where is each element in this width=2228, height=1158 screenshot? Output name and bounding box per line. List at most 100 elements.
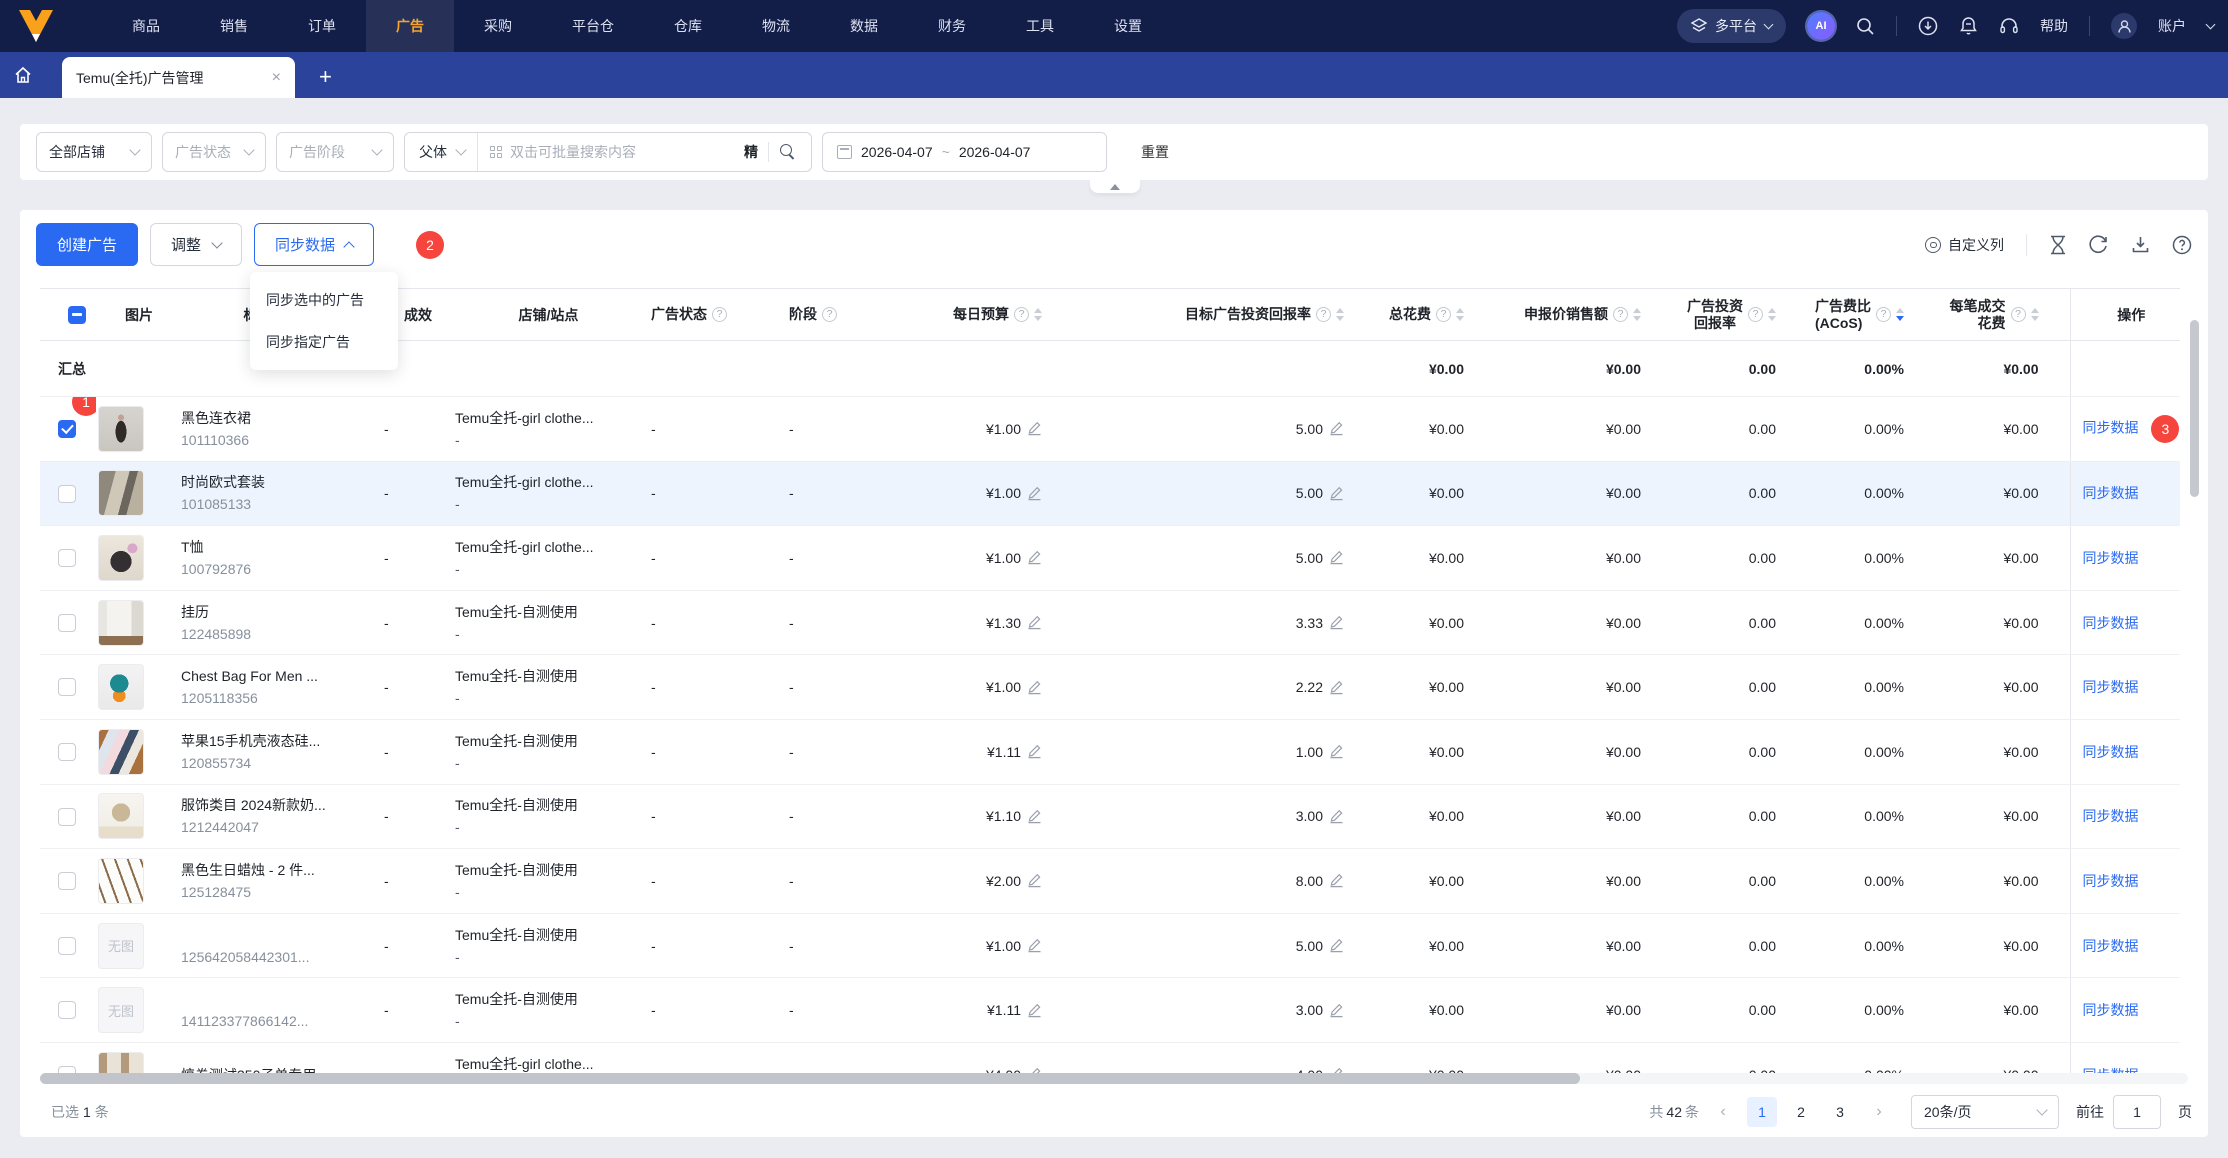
reset-filters-button[interactable]: 重置: [1141, 142, 1169, 162]
nav-item-products[interactable]: 商品: [102, 0, 190, 52]
edit-target-roas-icon[interactable]: [1329, 1003, 1344, 1018]
date-from[interactable]: 2026-04-07: [861, 144, 933, 160]
ad-status-select[interactable]: 广告状态: [162, 132, 266, 172]
product-image[interactable]: 无图: [98, 922, 144, 969]
refresh-icon[interactable]: [2089, 234, 2109, 255]
page-size-select[interactable]: 20条/页: [1911, 1095, 2059, 1129]
edit-budget-icon[interactable]: [1027, 873, 1042, 888]
search-submit-icon[interactable]: [779, 143, 797, 161]
prev-page-button[interactable]: ‹: [1708, 1097, 1738, 1127]
sort-icon-descending[interactable]: [1896, 308, 1904, 321]
tab-temu-ads-management[interactable]: Temu(全托)广告管理 ×: [62, 57, 295, 98]
edit-target-roas-icon[interactable]: [1329, 873, 1344, 888]
notifications-bell-icon[interactable]: [1959, 16, 1978, 36]
sync-data-link[interactable]: 同步数据: [2083, 873, 2139, 889]
export-download-icon[interactable]: [2131, 235, 2150, 254]
table-row[interactable]: 无图 141123377866142... - Temu全托-自测使用 - - …: [40, 977, 2180, 1043]
sort-icon[interactable]: [2030, 308, 2039, 321]
help-icon[interactable]: ?: [1436, 307, 1451, 322]
multi-platform-selector[interactable]: 多平台: [1677, 9, 1786, 43]
page-button-2[interactable]: 2: [1786, 1097, 1816, 1127]
row-checkbox[interactable]: [58, 678, 76, 697]
edit-target-roas-icon[interactable]: [1329, 550, 1344, 565]
task-history-icon[interactable]: [2049, 235, 2067, 255]
product-title[interactable]: 黑色连衣裙: [181, 407, 380, 429]
help-circle-icon[interactable]: [2172, 235, 2192, 255]
edit-budget-icon[interactable]: [1027, 938, 1042, 953]
nav-item-purchase[interactable]: 采购: [454, 0, 542, 52]
product-title[interactable]: [181, 924, 380, 946]
edit-target-roas-icon[interactable]: [1329, 680, 1344, 695]
row-checkbox[interactable]: [58, 742, 76, 761]
batch-search-icon[interactable]: [490, 146, 502, 158]
nav-item-data[interactable]: 数据: [820, 0, 908, 52]
nav-item-ads[interactable]: 广告: [366, 0, 454, 52]
nav-item-platform-warehouse[interactable]: 平台仓: [542, 0, 644, 52]
help-icon[interactable]: ?: [1613, 307, 1628, 322]
product-image[interactable]: [98, 857, 144, 904]
row-checkbox[interactable]: [58, 613, 76, 632]
edit-target-roas-icon[interactable]: [1329, 615, 1344, 630]
date-range-picker[interactable]: 2026-04-07 ~ 2026-04-07: [822, 132, 1107, 172]
sort-icon[interactable]: [1633, 308, 1641, 321]
avatar[interactable]: [2111, 13, 2137, 39]
product-title[interactable]: 苹果15手机壳液态硅...: [181, 730, 380, 752]
select-all-checkbox[interactable]: [68, 305, 86, 324]
horizontal-scrollbar-track[interactable]: [40, 1073, 2188, 1084]
search-icon[interactable]: [1856, 17, 1875, 36]
edit-budget-icon[interactable]: [1027, 744, 1042, 759]
search-type-select[interactable]: 父体: [405, 133, 478, 171]
edit-budget-icon[interactable]: [1027, 615, 1042, 630]
help-icon[interactable]: ?: [1316, 307, 1331, 322]
sync-data-link[interactable]: 同步数据: [2083, 1002, 2139, 1018]
table-row[interactable]: Chest Bag For Men ... 1205118356 - Temu全…: [40, 654, 2180, 720]
row-checkbox[interactable]: [58, 549, 76, 568]
home-button[interactable]: [0, 52, 46, 98]
help-icon[interactable]: ?: [822, 307, 837, 322]
adjust-button[interactable]: 调整: [150, 223, 243, 266]
table-row[interactable]: 挂历 122485898 - Temu全托-自测使用 - - - ¥1.30 3…: [40, 590, 2180, 656]
menu-item-sync-selected[interactable]: 同步选中的广告: [250, 279, 398, 321]
create-ad-button[interactable]: 创建广告: [36, 223, 139, 266]
goto-page-input[interactable]: 1: [2113, 1095, 2161, 1129]
product-image[interactable]: [98, 405, 144, 452]
horizontal-scrollbar-thumb[interactable]: [40, 1073, 1580, 1084]
product-title[interactable]: 挂历: [181, 601, 380, 623]
sync-data-link[interactable]: 同步数据: [2083, 808, 2139, 824]
row-checkbox[interactable]: [58, 1001, 76, 1020]
table-row[interactable]: 黑色生日蜡烛 - 2 件... 125128475 - Temu全托-自测使用 …: [40, 848, 2180, 914]
edit-target-roas-icon[interactable]: [1329, 421, 1344, 436]
help-icon[interactable]: ?: [712, 307, 727, 322]
nav-item-finance[interactable]: 财务: [908, 0, 996, 52]
edit-budget-icon[interactable]: [1027, 550, 1042, 565]
nav-item-settings[interactable]: 设置: [1084, 0, 1172, 52]
ad-stage-select[interactable]: 广告阶段: [276, 132, 394, 172]
sync-data-link[interactable]: 同步数据: [2083, 420, 2139, 436]
row-checkbox[interactable]: [58, 484, 76, 503]
edit-budget-icon[interactable]: [1027, 680, 1042, 695]
table-row[interactable]: 1 黑色连衣裙 101110366 - Temu全托-girl clothe..…: [40, 396, 2180, 462]
page-button-3[interactable]: 3: [1825, 1097, 1855, 1127]
edit-target-roas-icon[interactable]: [1329, 809, 1344, 824]
help-icon[interactable]: ?: [2010, 307, 2026, 322]
product-image[interactable]: [98, 664, 144, 711]
row-checkbox[interactable]: [58, 872, 76, 891]
table-row[interactable]: 服饰类目 2024新款奶... 1212442047 - Temu全托-自测使用…: [40, 784, 2180, 850]
table-row[interactable]: 苹果15手机壳液态硅... 120855734 - Temu全托-自测使用 - …: [40, 719, 2180, 785]
exact-match-toggle[interactable]: 精: [744, 142, 758, 162]
date-to[interactable]: 2026-04-07: [959, 144, 1031, 160]
product-title[interactable]: 服饰类目 2024新款奶...: [181, 794, 380, 816]
customize-columns-button[interactable]: 自定义列: [1925, 235, 2004, 255]
product-title[interactable]: Chest Bag For Men ...: [181, 665, 380, 687]
edit-target-roas-icon[interactable]: [1329, 938, 1344, 953]
sort-icon[interactable]: [1336, 308, 1344, 321]
product-title[interactable]: T恤: [181, 536, 380, 558]
support-headset-icon[interactable]: [1999, 16, 2019, 36]
product-title[interactable]: [181, 988, 380, 1010]
new-tab-button[interactable]: +: [319, 64, 332, 90]
menu-item-sync-specified[interactable]: 同步指定广告: [250, 321, 398, 363]
help-icon[interactable]: ?: [1748, 307, 1763, 322]
product-image[interactable]: [98, 599, 144, 646]
edit-budget-icon[interactable]: [1027, 1003, 1042, 1018]
sync-data-link[interactable]: 同步数据: [2083, 938, 2139, 954]
